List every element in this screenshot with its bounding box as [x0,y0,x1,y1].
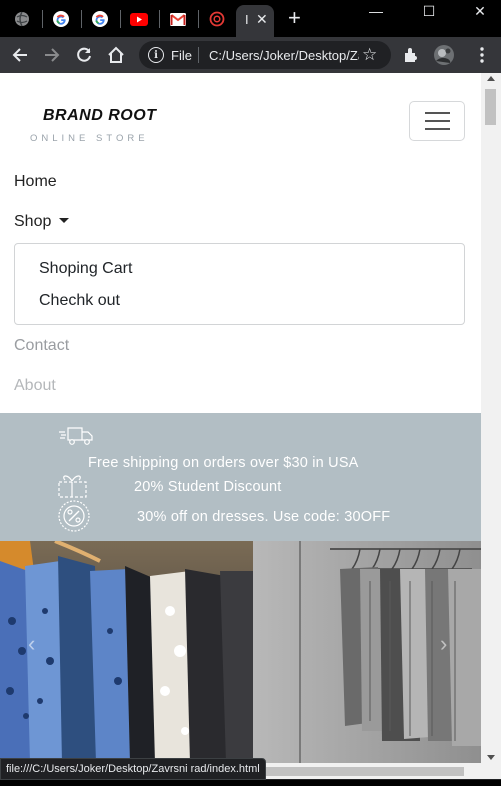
tab-separator [198,10,199,28]
reload-icon[interactable] [72,43,96,67]
carousel-next-icon[interactable]: › [440,631,447,657]
red-circle-icon [209,11,225,27]
gift-icon [58,475,87,498]
youtube-icon [130,12,148,26]
address-scheme: File [171,48,192,63]
tab-separator [120,10,121,28]
tab-gmail[interactable] [164,5,192,33]
nav-shop-label: Shop [14,213,52,230]
clothing-rack-image [0,541,481,763]
new-tab-button[interactable]: + [288,7,301,29]
tab-separator [42,10,43,28]
menu-dots-icon[interactable] [470,43,494,67]
tab-active[interactable]: I ✕ [236,5,274,37]
tab-separator [159,10,160,28]
tab-red[interactable] [203,5,231,33]
hero-carousel: ‹ › [0,541,481,763]
nav-contact[interactable]: Contact [14,337,69,355]
discount-percent-icon [58,500,90,532]
promo-shipping-text: Free shipping on orders over $30 in USA [88,455,359,471]
nav-shop[interactable]: Shop [14,213,70,231]
google-icon [92,11,108,27]
caret-down-icon [59,218,70,223]
dropdown-item-cart[interactable]: Shoping Cart [39,260,132,278]
navbar-toggler-button[interactable] [409,101,465,141]
profile-avatar[interactable] [432,43,456,67]
minimize-icon[interactable]: — [358,0,394,22]
address-bar[interactable]: i File C:/Users/Joker/Desktop/Zavrsni ra… [139,41,391,69]
delivery-truck-icon [59,427,93,445]
page-viewport: BRAND ROOT ONLINE STORE Home Shop Shopin… [0,73,481,763]
home-icon[interactable] [104,43,128,67]
hamburger-line [425,120,450,122]
extensions-icon[interactable] [399,43,423,67]
shop-dropdown-menu: Shoping Cart Chechk out [14,243,465,325]
gmail-icon [170,12,186,26]
address-url[interactable]: C:/Users/Joker/Desktop/Zavrsni rad/index… [209,48,359,63]
brand-name: BRAND ROOT [43,107,157,124]
google-icon [53,11,69,27]
tab-separator [81,10,82,28]
brand-tagline: ONLINE STORE [30,133,149,144]
scroll-down-icon[interactable] [487,755,495,760]
carousel-prev-icon[interactable]: ‹ [28,631,35,657]
tab-google-2[interactable] [86,5,114,33]
info-icon[interactable]: i [148,47,164,63]
back-icon[interactable] [8,43,32,67]
window-bottom-edge [0,780,501,786]
hamburger-line [425,128,450,130]
maximize-icon[interactable]: ☐ [411,0,447,22]
promo-dresses-text: 30% off on dresses. Use code: 30OFF [137,509,391,525]
address-separator [198,47,199,63]
promo-student-text: 20% Student Discount [134,479,282,495]
close-tab-icon[interactable]: ✕ [256,11,268,28]
scroll-up-icon[interactable] [487,76,495,81]
dropdown-item-checkout[interactable]: Chechk out [39,292,120,310]
vertical-scrollbar[interactable] [481,73,501,763]
promo-banner: Free shipping on orders over $30 in USA … [0,413,481,541]
active-tab-title: I [245,12,249,27]
window-close-icon[interactable]: ✕ [462,0,498,22]
globe-icon [15,11,29,27]
nav-about[interactable]: About [14,377,56,395]
tab-strip: I ✕ + — ☐ ✕ [0,0,501,37]
bookmark-star-icon[interactable]: ☆ [362,45,377,65]
tab-google-1[interactable] [47,5,75,33]
hamburger-line [425,112,450,114]
tab-youtube[interactable] [125,5,153,33]
nav-home[interactable]: Home [14,173,57,191]
tab-globe[interactable] [8,5,36,33]
status-bar-url: file:///C:/Users/Joker/Desktop/Zavrsni r… [0,758,266,780]
scroll-thumb[interactable] [485,89,496,125]
forward-icon[interactable] [40,43,64,67]
browser-toolbar: i File C:/Users/Joker/Desktop/Zavrsni ra… [0,37,501,73]
